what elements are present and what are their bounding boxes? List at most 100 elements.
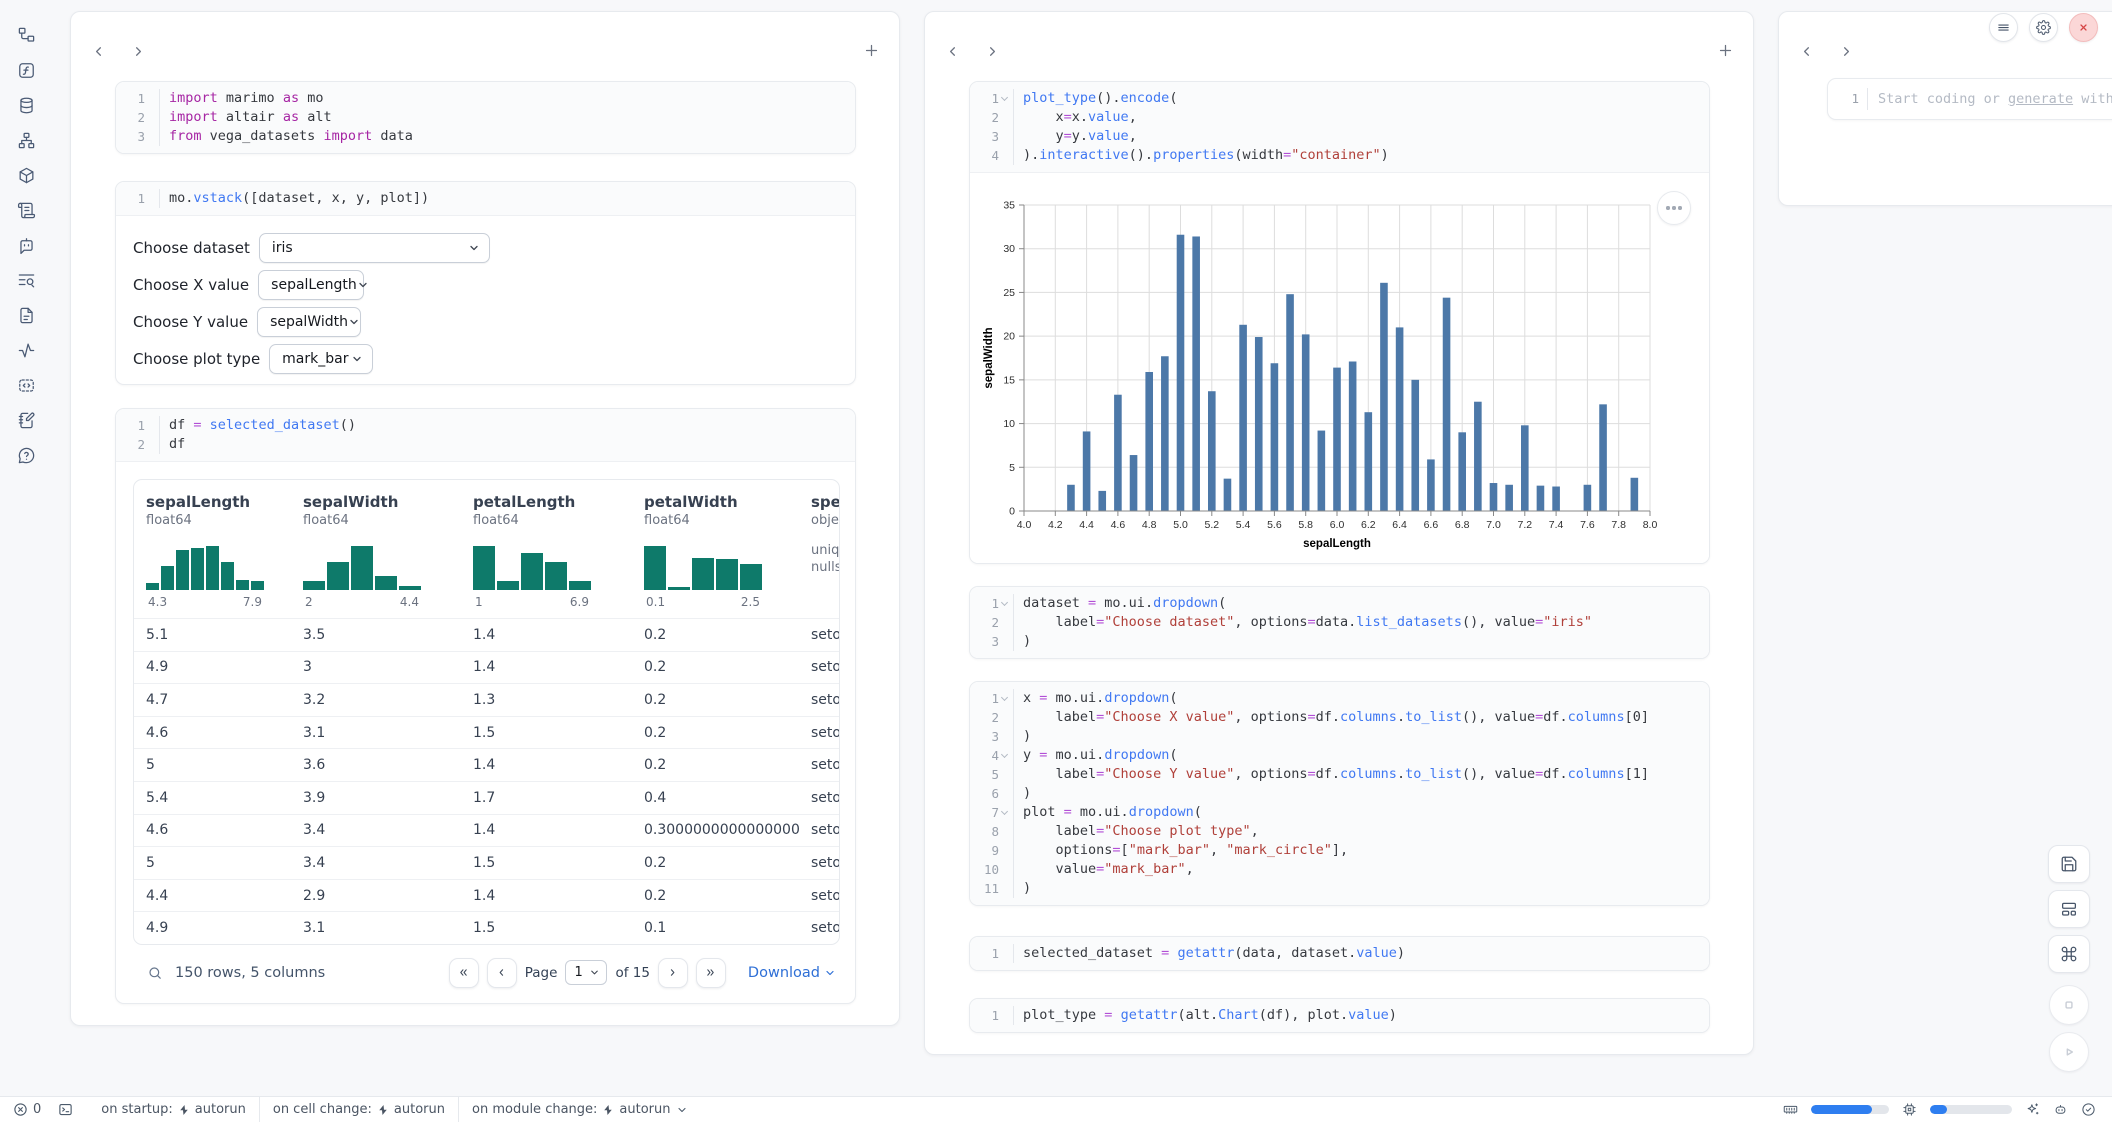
sidebar-scratchpad-icon[interactable]	[15, 410, 37, 430]
sidebar-packages-icon[interactable]	[15, 165, 37, 185]
generate-link[interactable]: generate	[2008, 91, 2073, 107]
code-line: 2df	[116, 435, 855, 454]
dropdown-select-choose-dataset[interactable]: iris	[259, 233, 490, 263]
runtime-config-on-cell-change[interactable]: on cell change:autorun	[260, 1097, 458, 1122]
altair-bar-chart[interactable]: 4.04.24.44.64.85.05.25.45.65.86.06.26.46…	[970, 173, 1709, 563]
terminal-button[interactable]	[58, 1102, 73, 1117]
sidebar-data-sources-icon[interactable]	[15, 95, 37, 115]
table-row[interactable]: 5.43.91.70.4setosa	[134, 781, 840, 814]
table-row[interactable]: 53.61.40.2setosa	[134, 748, 840, 781]
dropdown-select-choose-y-value[interactable]: sepalWidth	[257, 307, 361, 337]
sidebar-dependencies-icon[interactable]	[15, 130, 37, 150]
sidebar-ai-chat-icon[interactable]	[15, 235, 37, 255]
column-header-sepalWidth[interactable]: sepalWidthfloat6424.4	[291, 493, 461, 609]
column-header-sepalLength[interactable]: sepalLengthfloat644.37.9	[134, 493, 291, 609]
cell-imports[interactable]: 1import marimo as mo2import altair as al…	[115, 81, 856, 154]
cell-vstack[interactable]: 1mo.vstack([dataset, x, y, plot]) Choose…	[115, 181, 856, 385]
page-total-label: of 15	[615, 965, 649, 981]
table-cell: setosa	[799, 659, 840, 675]
download-button[interactable]: Download	[748, 965, 836, 981]
cell-selected-dataset[interactable]: 1selected_dataset = getattr(data, datase…	[969, 936, 1710, 971]
sidebar-logs-icon[interactable]	[15, 200, 37, 220]
column-header-petalWidth[interactable]: petalWidthfloat640.12.5	[632, 493, 799, 609]
svg-text:sepalLength: sepalLength	[1303, 538, 1371, 550]
svg-text:8.0: 8.0	[1643, 519, 1658, 531]
settings-button[interactable]	[2029, 13, 2058, 42]
sidebar-tracing-icon[interactable]	[15, 340, 37, 360]
column-histogram[interactable]	[146, 540, 264, 590]
cell-dataframe[interactable]: 1df = selected_dataset()2df sepalLengthf…	[115, 408, 856, 1004]
save-button[interactable]	[2048, 845, 2090, 883]
code-editor[interactable]: 1mo.vstack([dataset, x, y, plot])	[116, 182, 855, 216]
code-editor[interactable]: 1plot_type = getattr(alt.Chart(df), plot…	[970, 999, 1709, 1032]
copilot-button[interactable]	[2053, 1102, 2068, 1117]
column3-collapse-right-icon[interactable]	[1839, 44, 1855, 60]
layout-button[interactable]	[2048, 890, 2090, 928]
shutdown-button[interactable]	[2069, 13, 2098, 42]
menu-button[interactable]	[1989, 13, 2018, 42]
next-page-button[interactable]	[658, 958, 688, 988]
table-cell: 5	[134, 855, 291, 871]
control-row: Choose plot typemark_bar	[133, 344, 838, 374]
search-icon[interactable]	[147, 965, 163, 981]
table-row[interactable]: 4.63.11.50.2setosa	[134, 716, 840, 749]
first-page-button[interactable]	[449, 958, 479, 988]
column2-collapse-left-icon[interactable]	[945, 44, 961, 60]
add-cell-button[interactable]	[1717, 42, 1735, 60]
table-row[interactable]: 4.73.21.30.2setosa	[134, 683, 840, 716]
ai-sparkles-button[interactable]	[2025, 1102, 2040, 1117]
column-histogram[interactable]	[644, 540, 762, 590]
error-indicator[interactable]: 0	[13, 1102, 41, 1117]
code-editor[interactable]: 1df = selected_dataset()2df	[116, 409, 855, 462]
add-cell-button[interactable]	[863, 42, 881, 60]
row-count-summary: 150 rows, 5 columns	[175, 965, 325, 981]
table-row[interactable]: 4.63.41.40.30000000000000004setosa	[134, 814, 840, 847]
table-row[interactable]: 4.931.40.2setosa	[134, 651, 840, 684]
prev-page-button[interactable]	[487, 958, 517, 988]
column-histogram[interactable]	[473, 540, 591, 590]
runtime-config-on-startup[interactable]: on startup:autorun	[88, 1097, 259, 1122]
column-header-petalLength[interactable]: petalLengthfloat6416.9	[461, 493, 632, 609]
column1-collapse-right-icon[interactable]	[131, 44, 147, 60]
column-header-species[interactable]: speciesobjectunique:nulls:	[799, 493, 840, 609]
last-page-button[interactable]	[696, 958, 726, 988]
column2-collapse-right-icon[interactable]	[985, 44, 1001, 60]
empty-code-cell[interactable]: 1 Start coding or generate with AI	[1827, 78, 2112, 120]
cpu-usage-meter[interactable]	[1930, 1105, 2012, 1114]
table-row[interactable]: 53.41.50.2setosa	[134, 846, 840, 879]
dropdown-select-choose-x-value[interactable]: sepalLength	[258, 270, 364, 300]
run-all-button[interactable]	[2049, 1032, 2089, 1072]
sidebar-snippets-icon[interactable]	[15, 305, 37, 325]
chart-menu-button[interactable]	[1657, 191, 1691, 225]
sidebar-outline-search-icon[interactable]	[15, 270, 37, 290]
svg-text:7.0: 7.0	[1486, 519, 1501, 531]
column-histogram[interactable]	[303, 540, 421, 590]
table-cell: 0.30000000000000004	[632, 822, 799, 838]
connection-status-icon[interactable]	[2081, 1102, 2096, 1117]
sidebar-code-block-icon[interactable]	[15, 375, 37, 395]
table-row[interactable]: 4.42.91.40.2setosa	[134, 879, 840, 912]
table-row[interactable]: 5.13.51.40.2setosa	[134, 618, 840, 651]
runtime-config-on-module-change[interactable]: on module change:autorun	[459, 1097, 701, 1122]
column3-collapse-left-icon[interactable]	[1799, 44, 1815, 60]
cell-plot-type[interactable]: 1plot_type = getattr(alt.Chart(df), plot…	[969, 998, 1710, 1033]
code-editor[interactable]: 1plot_type().encode(2 x=x.value,3 y=y.va…	[970, 82, 1709, 173]
sidebar-functions-icon[interactable]	[15, 60, 37, 80]
code-editor[interactable]: 1selected_dataset = getattr(data, datase…	[970, 937, 1709, 970]
stop-kernel-button[interactable]	[2049, 985, 2089, 1025]
code-editor[interactable]: 1dataset = mo.ui.dropdown(2 label="Choos…	[970, 587, 1709, 658]
sidebar-file-explorer-icon[interactable]	[15, 25, 37, 45]
page-number-select[interactable]: 1	[565, 960, 607, 985]
code-editor[interactable]: 1x = mo.ui.dropdown(2 label="Choose X va…	[970, 682, 1709, 905]
command-palette-button[interactable]	[2048, 935, 2090, 973]
table-row[interactable]: 4.93.11.50.1setosa	[134, 911, 840, 944]
cell-xy-plot-dropdowns[interactable]: 1x = mo.ui.dropdown(2 label="Choose X va…	[969, 681, 1710, 906]
code-line: 4y = mo.ui.dropdown(	[970, 746, 1709, 765]
memory-usage-meter[interactable]	[1811, 1105, 1889, 1114]
column1-collapse-left-icon[interactable]	[91, 44, 107, 60]
cell-dataset-dropdown[interactable]: 1dataset = mo.ui.dropdown(2 label="Choos…	[969, 586, 1710, 659]
cell-chart[interactable]: 1plot_type().encode(2 x=x.value,3 y=y.va…	[969, 81, 1710, 564]
dropdown-select-choose-plot-type[interactable]: mark_bar	[269, 344, 373, 374]
sidebar-help-icon[interactable]	[15, 445, 37, 465]
code-editor[interactable]: 1import marimo as mo2import altair as al…	[116, 82, 855, 153]
